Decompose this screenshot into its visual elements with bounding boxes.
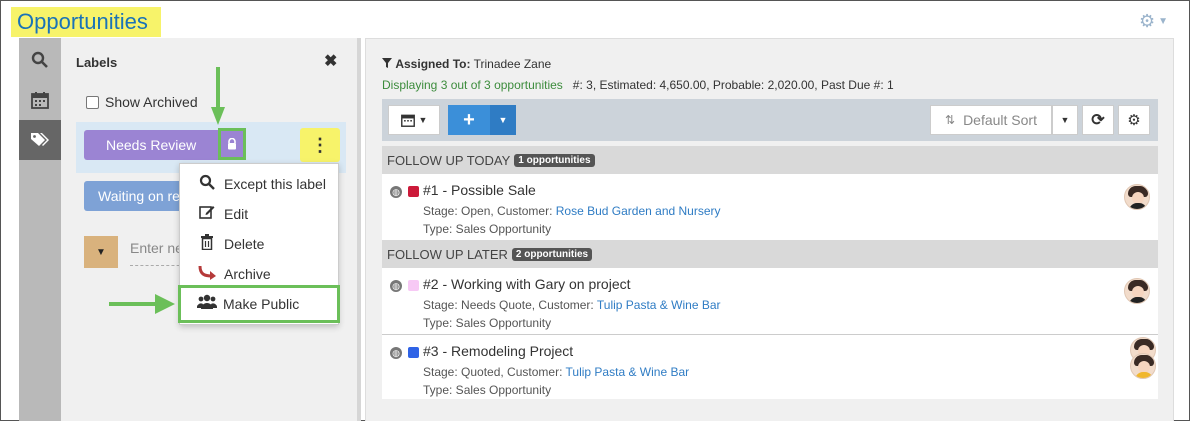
menu-item-label: Delete: [224, 236, 265, 252]
annotation-arrow-right: [109, 294, 175, 314]
section-title: FOLLOW UP TODAY: [387, 152, 511, 168]
opportunity-item-3[interactable]: ◍ #3 - Remodeling Project Stage: Quoted,…: [382, 335, 1158, 399]
globe-icon: ◍: [390, 347, 402, 359]
calendar-icon: [400, 114, 415, 127]
filter-icon: [382, 58, 392, 68]
opportunity-stage: Stage: Needs Quote, Customer: Tulip Past…: [423, 298, 721, 312]
globe-icon: ◍: [390, 186, 402, 198]
customer-link[interactable]: Tulip Pasta & Wine Bar: [597, 298, 721, 312]
assigned-value: Trinadee Zane: [473, 57, 552, 71]
new-label-row: ▼ Enter ne: [84, 236, 190, 272]
archive-icon: [198, 264, 216, 284]
rail-labels-button[interactable]: [19, 120, 61, 160]
assigned-label: Assigned To:: [395, 57, 471, 71]
opportunity-type: Type: Sales Opportunity: [423, 383, 552, 397]
sort-label: Default Sort: [963, 112, 1037, 128]
caret-down-icon: ▼: [96, 246, 106, 258]
customer-link[interactable]: Tulip Pasta & Wine Bar: [566, 365, 690, 379]
sort-button[interactable]: ⇅ Default Sort: [930, 105, 1052, 135]
menu-item-label: Make Public: [223, 296, 300, 312]
edit-icon: [198, 204, 216, 224]
menu-item-label: Except this label: [224, 176, 326, 192]
caret-down-icon: ▼: [498, 115, 508, 125]
opportunity-type: Type: Sales Opportunity: [423, 316, 552, 330]
calendar-icon: [31, 92, 49, 109]
sort-dropdown[interactable]: ▼: [1052, 105, 1078, 135]
menu-item-edit[interactable]: Edit: [180, 199, 340, 229]
window-frame: Opportunities ⚙ ▼ Labels ✖ Show Archived…: [0, 0, 1190, 421]
caret-down-icon: ▼: [1158, 15, 1169, 27]
search-icon: [31, 51, 48, 68]
results-summary: Displaying 3 out of 3 opportunities #: 3…: [382, 78, 894, 92]
color-swatch: [408, 347, 419, 358]
menu-item-label: Edit: [224, 206, 249, 222]
plus-icon: +: [463, 108, 475, 131]
assigned-filter[interactable]: Assigned To: Trinadee Zane: [382, 57, 551, 71]
checkbox-box[interactable]: [86, 95, 99, 109]
caret-down-icon: ▼: [418, 115, 428, 125]
section-follow-up-today: FOLLOW UP TODAY 1 opportunities: [382, 146, 1158, 174]
opportunity-title[interactable]: #3 - Remodeling Project: [423, 343, 573, 359]
label-pill-needs-review[interactable]: Needs Review: [84, 130, 232, 160]
menu-item-make-public[interactable]: Make Public: [178, 285, 340, 323]
opportunity-title[interactable]: #2 - Working with Gary on project: [423, 276, 631, 292]
section-follow-up-later: FOLLOW UP LATER 2 opportunities: [382, 240, 1158, 268]
opportunity-title[interactable]: #1 - Possible Sale: [423, 182, 536, 198]
add-options-dropdown[interactable]: ▼: [490, 105, 516, 135]
avatar[interactable]: [1124, 184, 1150, 210]
avatar[interactable]: [1130, 353, 1156, 379]
settings-gear-menu[interactable]: ⚙ ▼: [1139, 11, 1173, 31]
gear-icon: ⚙: [1139, 10, 1156, 31]
toolbar: ▼ + ▼ ⇅ Default Sort ▼ ⟳ ⚙: [382, 99, 1158, 141]
opportunity-stage: Stage: Open, Customer: Rose Bud Garden a…: [423, 204, 721, 218]
tags-icon: [31, 133, 49, 146]
opportunity-stage: Stage: Quoted, Customer: Tulip Pasta & W…: [423, 365, 689, 379]
refresh-icon: ⟳: [1091, 112, 1105, 129]
show-archived-checkbox[interactable]: Show Archived: [86, 94, 198, 110]
sort-alpha-icon: ⇅: [945, 113, 956, 127]
trash-icon: [198, 234, 216, 254]
lock-icon-highlight[interactable]: [218, 128, 246, 160]
section-title: FOLLOW UP LATER: [387, 246, 508, 262]
page-title: Opportunities: [11, 7, 161, 37]
opportunities-panel: Assigned To: Trinadee Zane Displaying 3 …: [365, 38, 1174, 421]
calendar-view-dropdown[interactable]: ▼: [388, 105, 440, 135]
annotation-arrow-down: [211, 67, 225, 125]
displaying-count: Displaying 3 out of 3 opportunities: [382, 78, 563, 92]
close-icon[interactable]: ✖: [324, 51, 337, 71]
users-icon: [196, 294, 218, 314]
label-context-menu: Except this label Edit Delete Archive Ma…: [178, 163, 340, 325]
opportunity-type: Type: Sales Opportunity: [423, 222, 552, 236]
menu-item-except-label[interactable]: Except this label: [180, 169, 340, 199]
opportunity-item-1[interactable]: ◍ #1 - Possible Sale Stage: Open, Custom…: [382, 174, 1158, 240]
settings-button[interactable]: ⚙: [1118, 105, 1150, 135]
summary-stats: #: 3, Estimated: 4,650.00, Probable: 2,0…: [572, 78, 894, 92]
globe-icon: ◍: [390, 280, 402, 292]
add-opportunity-button[interactable]: +: [448, 105, 490, 135]
avatar[interactable]: [1124, 278, 1150, 304]
menu-item-delete[interactable]: Delete: [180, 229, 340, 259]
count-badge: 2 opportunities: [511, 247, 593, 261]
opportunity-item-2[interactable]: ◍ #2 - Working with Gary on project Stag…: [382, 268, 1158, 334]
labels-heading: Labels: [76, 55, 118, 70]
customer-link[interactable]: Rose Bud Garden and Nursery: [556, 204, 721, 218]
show-archived-label: Show Archived: [105, 94, 198, 110]
caret-down-icon: ▼: [1060, 115, 1070, 125]
refresh-button[interactable]: ⟳: [1082, 105, 1114, 135]
gear-icon: ⚙: [1127, 112, 1141, 129]
stage-text: Stage: Needs Quote, Customer:: [423, 298, 594, 312]
sidebar-rail: [19, 38, 61, 421]
lock-icon: [228, 138, 236, 150]
count-badge: 1 opportunities: [514, 153, 595, 167]
search-icon: [198, 174, 216, 194]
stage-text: Stage: Quoted, Customer:: [423, 365, 563, 379]
stage-text: Stage: Open, Customer:: [423, 204, 553, 218]
color-picker-button[interactable]: ▼: [84, 236, 118, 268]
color-swatch: [408, 280, 419, 291]
more-options-button[interactable]: ⋮: [300, 128, 340, 162]
rail-search-button[interactable]: [19, 40, 61, 80]
color-swatch: [408, 186, 419, 197]
rail-calendar-button[interactable]: [19, 80, 61, 120]
menu-item-label: Archive: [224, 266, 271, 282]
